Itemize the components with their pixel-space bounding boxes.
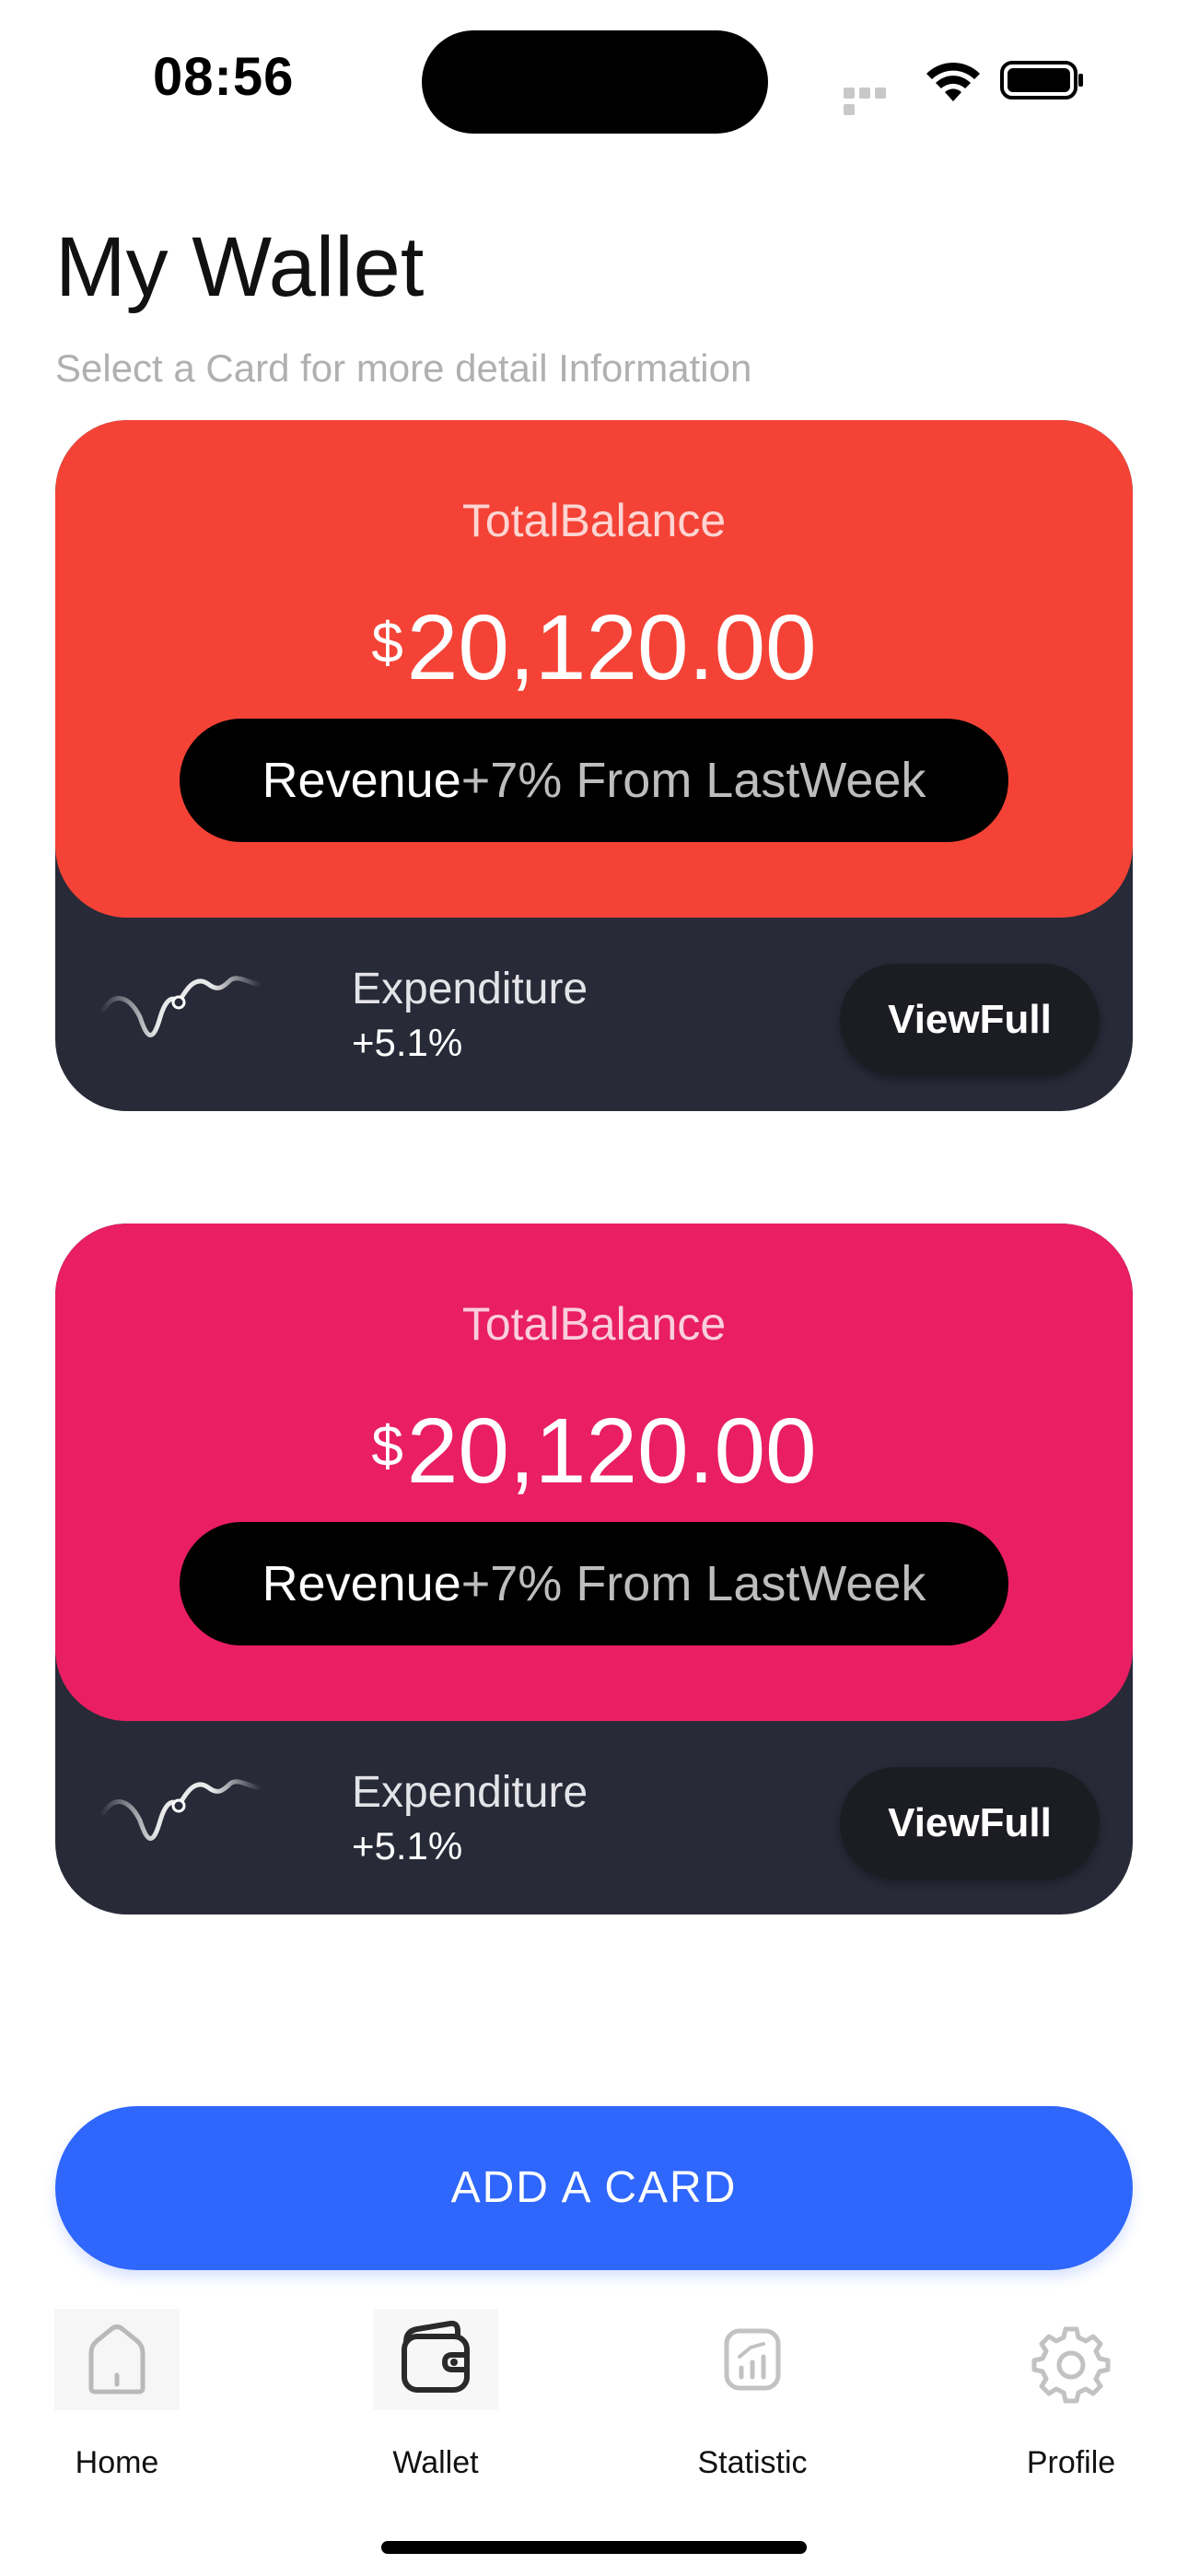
nav-label-wallet: Wallet [392,2445,479,2480]
nav-label-home: Home [75,2445,159,2480]
dynamic-island [422,30,768,134]
view-full-button[interactable]: ViewFull [840,964,1100,1076]
total-balance-label: TotalBalance [461,495,727,546]
wifi-icon [926,62,980,101]
page-title: My Wallet [55,220,425,314]
nav-label-profile: Profile [1026,2445,1116,2480]
revenue-pill: Revenue+7% From LastWeek [180,719,1008,842]
add-card-button[interactable]: ADD A CARD [55,2106,1133,2270]
total-balance-amount: $20,120.00 [55,595,1133,701]
currency-symbol: $ [371,1415,403,1479]
gear-icon [1031,2326,1111,2404]
view-full-button[interactable]: ViewFull [840,1767,1100,1879]
statistic-icon [724,2328,781,2391]
revenue-label: Revenue [262,1556,461,1611]
revenue-pill: Revenue+7% From LastWeek [180,1522,1008,1645]
total-balance-amount: $20,120.00 [55,1399,1133,1505]
wallet-icon [373,2309,498,2410]
battery-icon [1000,61,1083,100]
expenditure-label: Expenditure [352,1768,588,1817]
balance-card-top: TotalBalance $20,120.00 Revenue+7% From … [55,420,1133,918]
nav-item-statistic[interactable]: Statistic [646,2309,858,2481]
sparkline-icon [100,1779,261,1841]
nav-item-home[interactable]: Home [11,2309,223,2481]
page-subtitle: Select a Card for more detail Informatio… [55,346,752,390]
revenue-change: +7% From LastWeek [460,1556,926,1611]
revenue-change: +7% From LastWeek [460,753,926,808]
expenditure-value: +5.1% [352,1824,463,1868]
balance-value: 20,120.00 [406,1399,817,1503]
nav-item-wallet[interactable]: Wallet [330,2309,542,2481]
status-time: 08:56 [153,47,295,107]
balance-card-top: TotalBalance $20,120.00 Revenue+7% From … [55,1224,1133,1721]
total-balance-label: TotalBalance [461,1298,727,1350]
home-indicator[interactable] [381,2541,807,2554]
sparkline-icon [100,976,261,1037]
balance-card[interactable]: TotalBalance $20,120.00 Revenue+7% From … [55,1224,1133,1914]
balance-value: 20,120.00 [406,596,817,699]
nav-item-profile[interactable]: Profile [965,2309,1177,2481]
nav-label-statistic: Statistic [697,2445,808,2480]
balance-card[interactable]: TotalBalance $20,120.00 Revenue+7% From … [55,420,1133,1111]
expenditure-label: Expenditure [352,965,588,1013]
cellular-signal-icon [844,87,904,115]
currency-symbol: $ [371,612,403,675]
revenue-label: Revenue [262,753,461,808]
expenditure-value: +5.1% [352,1021,463,1064]
home-icon [54,2309,180,2410]
